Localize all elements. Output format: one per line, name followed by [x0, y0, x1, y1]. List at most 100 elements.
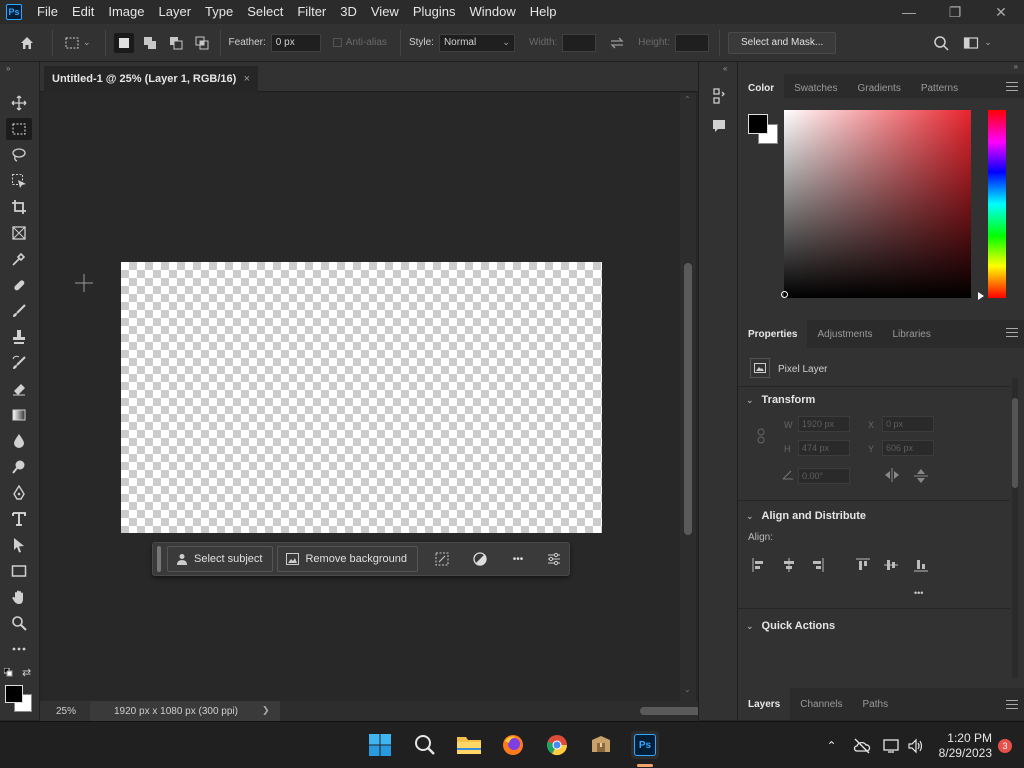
tab-paths[interactable]: Paths — [853, 688, 899, 720]
rectangle-tool-icon[interactable] — [6, 560, 32, 582]
new-selection-icon[interactable] — [113, 32, 134, 53]
swap-colors-icon[interactable]: ⇄ — [22, 666, 31, 679]
align-vertical-center-icon[interactable] — [884, 558, 898, 572]
menu-window[interactable]: Window — [462, 0, 522, 24]
close-tab-icon[interactable]: × — [244, 73, 250, 85]
menu-edit[interactable]: Edit — [65, 0, 101, 24]
width-input[interactable] — [562, 33, 597, 52]
link-icon[interactable] — [756, 428, 766, 444]
menu-filter[interactable]: Filter — [290, 0, 333, 24]
blur-tool-icon[interactable] — [6, 430, 32, 452]
chevron-down-icon[interactable]: ⌄ — [83, 37, 91, 48]
clone-stamp-tool-icon[interactable] — [6, 326, 32, 348]
transform-width-field[interactable]: 1920 px — [798, 416, 850, 432]
menu-help[interactable]: Help — [523, 0, 564, 24]
clock[interactable]: 1:20 PM 8/29/2023 — [939, 731, 992, 761]
align-top-icon[interactable] — [856, 558, 870, 572]
chevron-down-icon[interactable]: ⌄ — [984, 37, 992, 48]
horizontal-scrollbar[interactable] — [280, 701, 792, 721]
workspace-icon[interactable] — [960, 32, 982, 54]
collapse-panels-icon[interactable]: » — [1014, 62, 1018, 71]
menu-layer[interactable]: Layer — [152, 0, 199, 24]
scroll-down-icon[interactable]: ⌄ — [684, 685, 691, 694]
feather-input[interactable] — [270, 33, 321, 52]
color-picker-handle[interactable] — [781, 291, 788, 298]
chrome-icon[interactable] — [543, 731, 571, 759]
align-horizontal-center-icon[interactable] — [782, 558, 796, 572]
canvas-area[interactable]: Select subject Remove background ••• — [42, 93, 680, 701]
antialias-checkbox[interactable] — [332, 38, 342, 47]
firefox-icon[interactable] — [499, 731, 527, 759]
more-options-icon[interactable]: ••• — [504, 546, 532, 572]
swap-dimensions-icon[interactable] — [606, 32, 628, 54]
more-align-options-icon[interactable]: ••• — [914, 588, 923, 598]
menu-select[interactable]: Select — [240, 0, 290, 24]
eraser-tool-icon[interactable] — [6, 378, 32, 400]
panel-menu-icon[interactable] — [1006, 328, 1018, 340]
close-window-button[interactable]: ✕ — [978, 0, 1024, 24]
hue-slider-handle[interactable] — [978, 292, 984, 300]
tab-adjustments[interactable]: Adjustments — [807, 320, 882, 348]
align-left-icon[interactable] — [752, 558, 766, 572]
intersect-selection-icon[interactable] — [192, 33, 212, 53]
collapse-dock-icon[interactable]: « — [723, 64, 727, 73]
windows-start-icon[interactable] — [366, 731, 394, 759]
settings-sliders-icon[interactable] — [540, 546, 568, 572]
pen-tool-icon[interactable] — [6, 482, 32, 504]
dodge-tool-icon[interactable] — [6, 456, 32, 478]
cloud-offline-icon[interactable] — [853, 738, 871, 754]
rotation-angle-field[interactable]: 0.00° — [798, 468, 850, 484]
frame-tool-icon[interactable] — [6, 222, 32, 244]
tab-channels[interactable]: Channels — [790, 688, 852, 720]
comments-panel-icon[interactable] — [709, 116, 729, 136]
collapse-toolbar-icon[interactable]: » — [6, 64, 10, 73]
network-icon[interactable] — [882, 738, 901, 754]
tab-properties[interactable]: Properties — [738, 320, 808, 348]
menu-file[interactable]: File — [30, 0, 65, 24]
marquee-preset-icon[interactable] — [61, 32, 83, 54]
home-icon[interactable] — [16, 32, 38, 54]
foreground-color-swatch[interactable] — [5, 685, 23, 703]
flip-horizontal-icon[interactable] — [884, 468, 900, 482]
show-hidden-icons-icon[interactable]: ⌃ — [827, 739, 837, 753]
default-colors-icon[interactable] — [3, 667, 13, 677]
add-to-selection-icon[interactable] — [140, 33, 160, 53]
path-selection-tool-icon[interactable] — [6, 534, 32, 556]
properties-scrollbar[interactable] — [1012, 378, 1018, 678]
notification-badge[interactable]: 3 — [998, 738, 1012, 753]
properties-scroll-thumb[interactable] — [1012, 398, 1018, 488]
zoom-level[interactable]: 25% — [56, 706, 76, 717]
quick-actions-section-header[interactable]: ⌄ Quick Actions — [746, 620, 835, 632]
panel-menu-icon[interactable] — [1006, 700, 1018, 712]
restore-button[interactable]: ❐ — [932, 0, 978, 24]
tab-layers[interactable]: Layers — [738, 688, 791, 720]
zoom-tool-icon[interactable] — [6, 612, 32, 634]
minimize-button[interactable]: — — [886, 0, 932, 24]
align-section-header[interactable]: ⌄ Align and Distribute — [746, 510, 866, 522]
transform-section-header[interactable]: ⌄ Transform — [746, 394, 815, 406]
transform-y-field[interactable]: 606 px — [882, 440, 934, 456]
foreground-color-swatch[interactable] — [748, 114, 768, 134]
vertical-scroll-thumb[interactable] — [684, 263, 692, 535]
history-panel-icon[interactable] — [709, 86, 729, 106]
hue-slider[interactable] — [988, 110, 1006, 298]
align-bottom-icon[interactable] — [914, 558, 928, 572]
more-tools-icon[interactable] — [6, 638, 32, 660]
rectangular-marquee-tool-icon[interactable] — [6, 118, 32, 140]
move-tool-icon[interactable] — [6, 92, 32, 114]
file-explorer-icon[interactable] — [455, 731, 483, 759]
transparent-canvas[interactable] — [121, 262, 602, 533]
eyedropper-tool-icon[interactable] — [6, 248, 32, 270]
tab-libraries[interactable]: Libraries — [883, 320, 941, 348]
search-icon[interactable] — [930, 32, 952, 54]
style-select[interactable]: Normal ⌄ — [438, 33, 515, 52]
healing-brush-tool-icon[interactable] — [6, 274, 32, 296]
volume-icon[interactable] — [907, 738, 925, 754]
scroll-up-icon[interactable]: ⌃ — [684, 95, 691, 104]
select-subject-button[interactable]: Select subject — [167, 546, 274, 572]
object-selection-tool-icon[interactable] — [6, 170, 32, 192]
drag-handle[interactable] — [157, 546, 161, 572]
color-saturation-field[interactable] — [781, 110, 971, 298]
search-icon[interactable] — [411, 731, 439, 759]
crop-tool-icon[interactable] — [6, 196, 32, 218]
